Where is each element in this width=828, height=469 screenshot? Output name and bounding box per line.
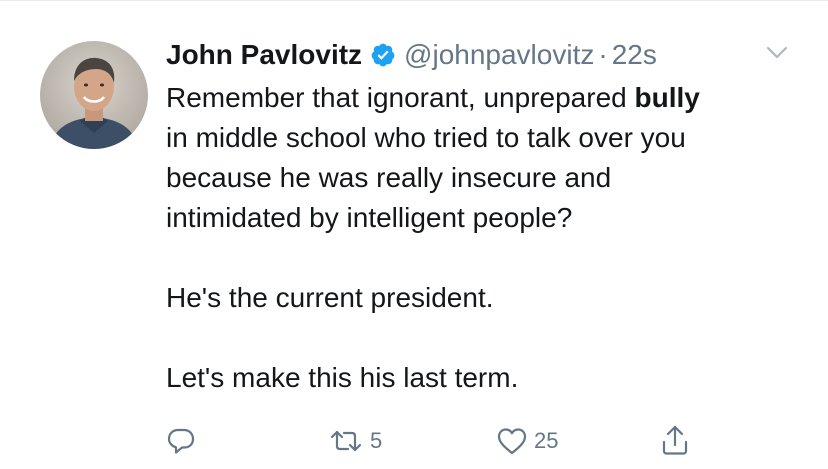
- tweet-paragraph: He's the current president.: [166, 282, 494, 313]
- separator-dot: ·: [598, 39, 608, 70]
- chevron-down-icon[interactable]: [766, 46, 788, 60]
- retweet-button[interactable]: 5: [328, 428, 382, 454]
- top-divider: [0, 0, 828, 1]
- tweet-bold-word: bully: [634, 82, 700, 113]
- tweet-paragraph: Let's make this his last term.: [166, 362, 519, 393]
- tweet-line: in middle school who tried to talk over …: [166, 122, 686, 153]
- share-icon: [660, 424, 690, 456]
- tweet-text: Remember that ignorant, unprepared bully…: [166, 78, 806, 398]
- retweet-count: 5: [370, 428, 383, 453]
- reply-icon: [166, 426, 196, 456]
- tweet-line: intimidated by intelligent people?: [166, 202, 573, 233]
- reply-button[interactable]: [166, 426, 196, 456]
- tweet-line: because he was really insecure and: [166, 162, 612, 193]
- share-button[interactable]: [660, 424, 690, 456]
- tweet-actions: 5 25: [0, 424, 828, 458]
- like-button[interactable]: 25: [496, 426, 558, 456]
- author-handle[interactable]: @johnpavlovitz: [404, 39, 594, 71]
- verified-badge-icon: [370, 42, 396, 68]
- author-name[interactable]: John Pavlovitz: [166, 39, 362, 71]
- like-count: 25: [534, 428, 559, 453]
- tweet-timestamp[interactable]: 22s: [612, 39, 657, 71]
- heart-icon: [496, 426, 528, 456]
- retweet-icon: [328, 428, 364, 454]
- avatar[interactable]: [40, 41, 148, 149]
- tweet-header: John Pavlovitz @johnpavlovitz · 22s: [166, 36, 657, 74]
- tweet-text-segment: Remember that ignorant, unprepared: [166, 82, 635, 113]
- tweet-line: Remember that ignorant, unprepared bully: [166, 78, 806, 118]
